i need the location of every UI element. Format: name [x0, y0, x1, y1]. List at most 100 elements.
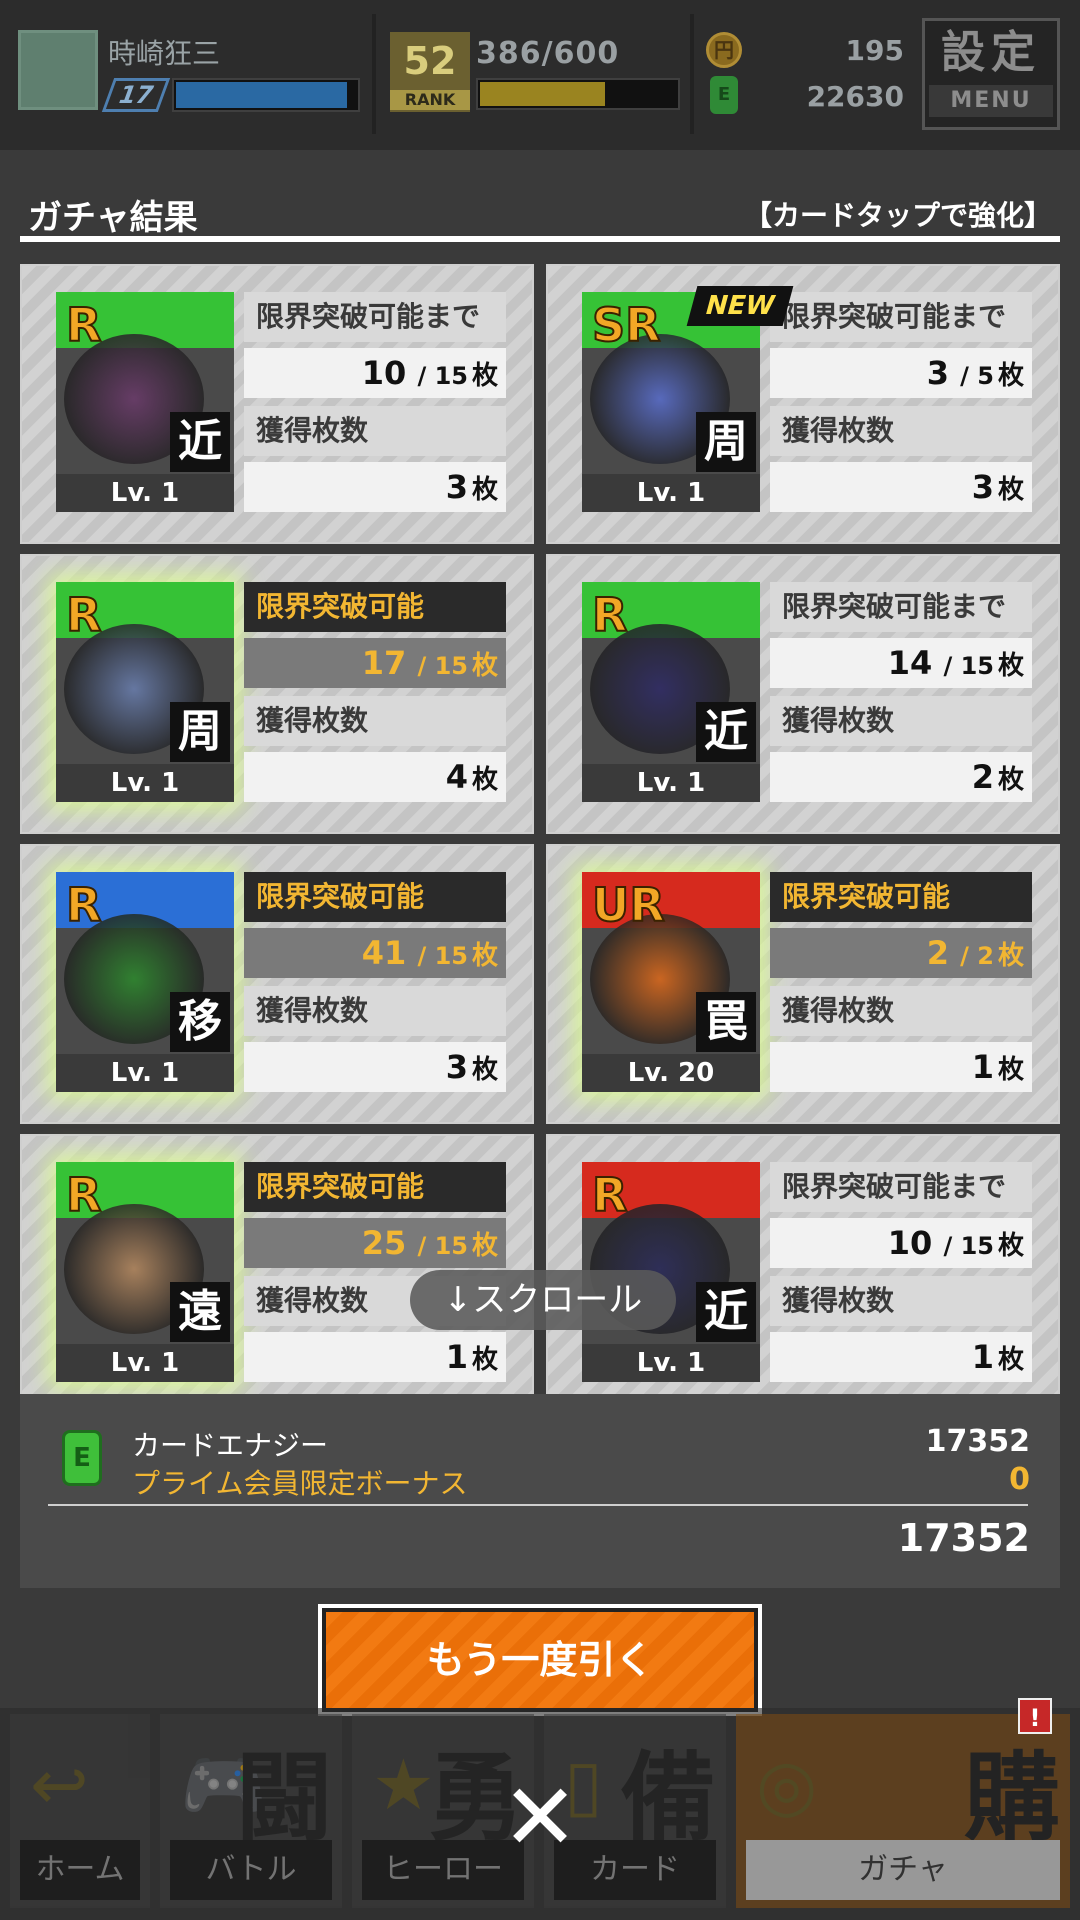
limit-break-label: 限界突破可能まで: [770, 292, 1032, 342]
draw-again-button[interactable]: もう一度引く: [318, 1604, 762, 1716]
nav-home-button[interactable]: ↩ ホーム: [10, 1714, 150, 1908]
limit-break-current: 10: [361, 354, 407, 392]
rarity-label: R: [591, 1167, 628, 1223]
card-thumbnail[interactable]: R 移 Lv. 1: [56, 872, 234, 1092]
summary-divider: [48, 1504, 1028, 1506]
card-thumbnail[interactable]: R 周 Lv. 1: [56, 582, 234, 802]
card-thumbnail[interactable]: R 近 Lv. 1: [56, 292, 234, 512]
attack-type-label: 近: [696, 1282, 756, 1342]
unit-label: 枚: [997, 361, 1024, 391]
settings-label: 設定: [941, 27, 1041, 78]
menu-label: MENU: [929, 85, 1053, 117]
obtained-label: 獲得枚数: [244, 696, 506, 746]
limit-break-label: 限界突破可能まで: [244, 292, 506, 342]
attack-type-label: 近: [696, 702, 756, 762]
limit-break-progress: 25 / 15 枚: [244, 1218, 506, 1268]
obtained-count: 1枚: [770, 1042, 1032, 1092]
card-level: Lv. 1: [582, 474, 760, 512]
limit-break-max: 5: [977, 362, 994, 390]
player-avatar[interactable]: [18, 30, 98, 110]
card-thumbnail[interactable]: R 近 Lv. 1: [582, 582, 760, 802]
obtained-count: 3枚: [770, 462, 1032, 512]
card-result-item[interactable]: R 移 Lv. 1 限界突破可能 41 / 15 枚 獲得枚数 3枚: [20, 844, 534, 1124]
card-level: Lv. 20: [582, 1054, 760, 1092]
unit-label: 枚: [471, 475, 498, 505]
energy-summary: E カードエナジー プライム会員限定ボーナス 17352 0 17352: [20, 1394, 1060, 1588]
obtained-label: 獲得枚数: [770, 696, 1032, 746]
obtained-count: 2枚: [770, 752, 1032, 802]
unit-label: 枚: [997, 1231, 1024, 1261]
limit-break-max: 2: [977, 942, 994, 970]
unit-label: 枚: [471, 1055, 498, 1085]
obtained-count: 3枚: [244, 462, 506, 512]
unit-label: 枚: [471, 941, 498, 971]
rarity-label: R: [65, 297, 102, 353]
coin-icon: 円: [706, 32, 742, 68]
limit-break-current: 2: [926, 934, 950, 972]
settings-menu-button[interactable]: 設定 MENU: [922, 18, 1060, 130]
card-result-item[interactable]: R 周 Lv. 1 限界突破可能 17 / 15 枚 獲得枚数 4枚: [20, 554, 534, 834]
obtained-count: 1枚: [244, 1332, 506, 1382]
limit-break-progress: 41 / 15 枚: [244, 928, 506, 978]
card-thumbnail[interactable]: UR 罠 Lv. 20: [582, 872, 760, 1092]
obtained-count-value: 2: [971, 758, 994, 796]
card-energy-icon: E: [62, 1430, 102, 1486]
unit-label: 枚: [471, 361, 498, 391]
limit-break-max: 15: [434, 1232, 468, 1260]
nav-label: ホーム: [20, 1840, 140, 1900]
gacha-icon: ◎: [756, 1744, 818, 1826]
limit-break-label: 限界突破可能まで: [770, 1162, 1032, 1212]
card-level: Lv. 1: [56, 1054, 234, 1092]
limit-break-progress: 14 / 15 枚: [770, 638, 1032, 688]
unit-label: 枚: [997, 475, 1024, 505]
limit-break-current: 41: [361, 934, 407, 972]
limit-break-label: 限界突破可能: [244, 582, 506, 632]
limit-break-max: 15: [434, 942, 468, 970]
nav-kanji: 購: [964, 1742, 1060, 1854]
unit-label: 枚: [471, 1231, 498, 1261]
card-level: Lv. 1: [56, 1344, 234, 1382]
card-result-item[interactable]: NEW SR 周 Lv. 1 限界突破可能まで 3 / 5枚 獲得枚数 3枚: [546, 264, 1060, 544]
player-level: 17: [114, 81, 158, 109]
card-result-item[interactable]: R 近 Lv. 1 限界突破可能まで 14 / 15 枚 獲得枚数 2枚: [546, 554, 1060, 834]
limit-break-max: 15: [960, 1232, 994, 1260]
nav-label: バトル: [170, 1840, 332, 1900]
limit-break-label: 限界突破可能: [244, 872, 506, 922]
obtained-label: 獲得枚数: [770, 406, 1032, 456]
player-name: 時崎狂三: [108, 37, 221, 70]
obtained-label: 獲得枚数: [244, 406, 506, 456]
unit-label: 枚: [997, 941, 1024, 971]
attack-type-label: 移: [170, 992, 230, 1052]
card-result-item[interactable]: UR 罠 Lv. 20 限界突破可能 2 / 2枚 獲得枚数 1枚: [546, 844, 1060, 1124]
close-icon[interactable]: ✕: [498, 1772, 582, 1864]
obtained-count: 4枚: [244, 752, 506, 802]
obtained-count-value: 1: [971, 1338, 994, 1376]
unit-label: 枚: [997, 765, 1024, 795]
card-result-item[interactable]: R 近 Lv. 1 限界突破可能まで 10 / 15 枚 獲得枚数 3枚: [20, 264, 534, 544]
gacha-result-title: ガチャ結果: [28, 198, 198, 238]
obtained-label: 獲得枚数: [770, 1276, 1032, 1326]
rarity-label: R: [65, 1167, 102, 1223]
nav-battle-button[interactable]: 🎮 闘 バトル: [160, 1714, 342, 1908]
limit-break-label: 限界突破可能まで: [770, 582, 1032, 632]
notification-badge: !: [1018, 1698, 1052, 1734]
attack-type-label: 遠: [170, 1282, 230, 1342]
card-thumbnail[interactable]: R 遠 Lv. 1: [56, 1162, 234, 1382]
coin-count: 195: [845, 34, 904, 67]
nav-gacha-button[interactable]: ◎ 購 ガチャ: [736, 1714, 1070, 1908]
app-screen: 時崎狂三 17 52 RANK 386/600 円 195 E 22630 設定…: [0, 0, 1080, 1920]
limit-break-current: 10: [887, 1224, 933, 1262]
obtained-count-value: 3: [971, 468, 994, 506]
player-gauge: [172, 78, 360, 112]
card-level: Lv. 1: [56, 474, 234, 512]
nav-label: ガチャ: [746, 1840, 1060, 1900]
obtained-label: 獲得枚数: [244, 986, 506, 1036]
unit-label: 枚: [471, 651, 498, 681]
exp-bar-fill: [480, 82, 606, 106]
rarity-label: R: [591, 587, 628, 643]
limit-break-progress: 10 / 15 枚: [244, 348, 506, 398]
limit-break-progress: 17 / 15 枚: [244, 638, 506, 688]
attack-type-label: 近: [170, 412, 230, 472]
limit-break-max: 15: [434, 362, 468, 390]
obtained-count-value: 4: [445, 758, 468, 796]
